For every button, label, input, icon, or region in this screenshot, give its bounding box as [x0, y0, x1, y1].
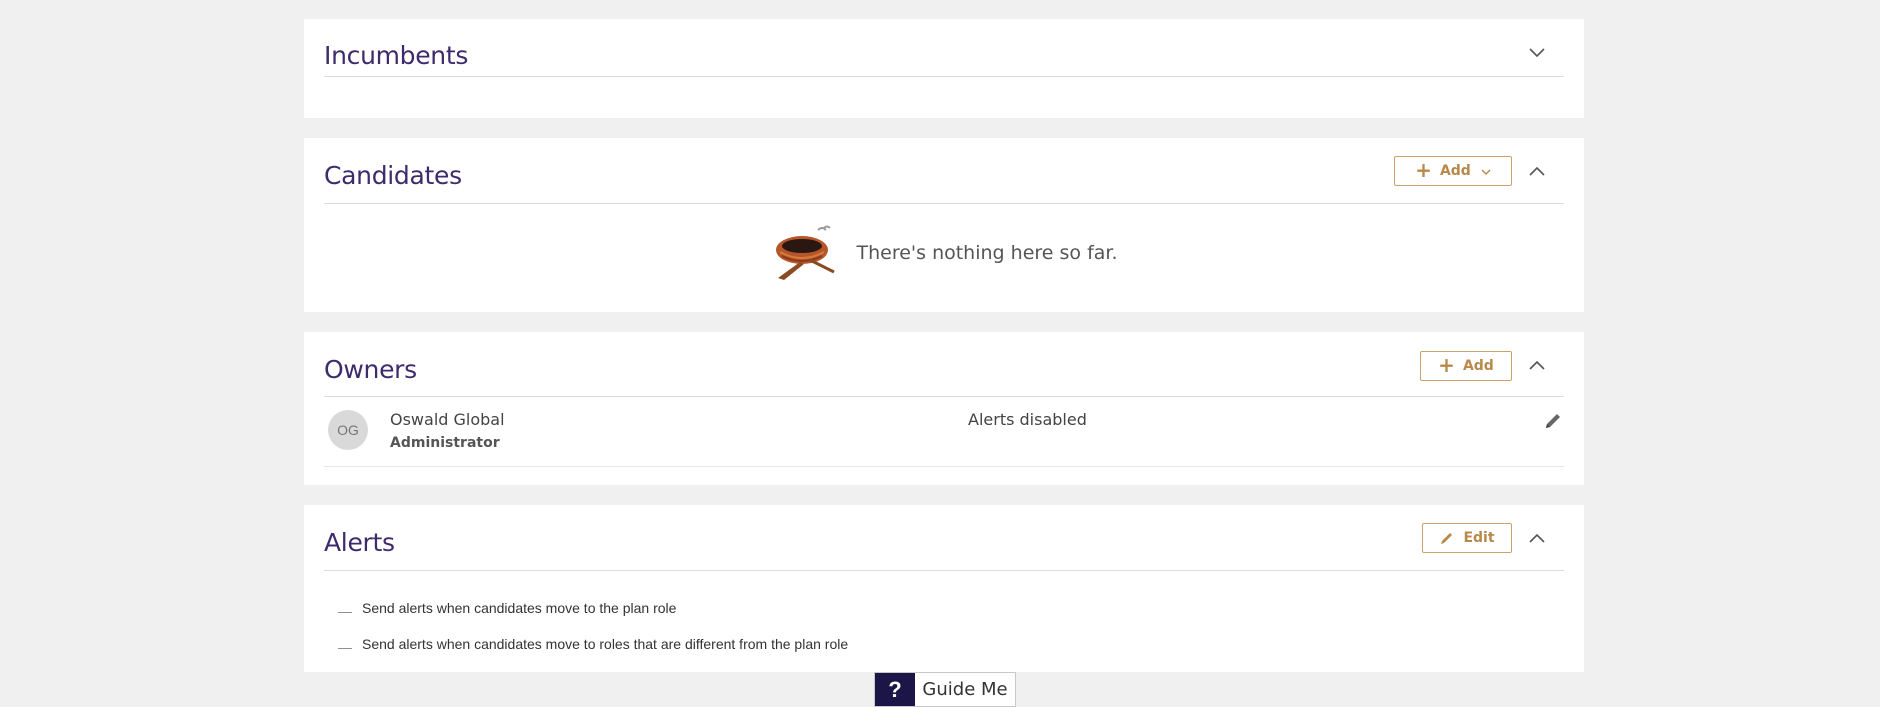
- add-owner-button[interactable]: + Add: [1420, 351, 1512, 381]
- alert-setting-item: — Send alerts when candidates move to th…: [338, 597, 676, 619]
- candidates-header: Candidates + Add: [324, 138, 1564, 204]
- candidates-panel: Candidates + Add There's nothing here so…: [304, 138, 1584, 312]
- owner-role: Administrator: [390, 435, 500, 451]
- alert-setting-text: Send alerts when candidates move to role…: [362, 636, 849, 652]
- alert-bullet: —: [338, 639, 352, 655]
- alerts-header: Alerts Edit: [324, 505, 1564, 571]
- add-candidate-button[interactable]: + Add: [1394, 156, 1512, 186]
- add-candidate-label: Add: [1439, 163, 1471, 179]
- alerts-panel: Alerts Edit — Send alerts when candidate…: [304, 505, 1584, 672]
- guide-me-label: Guide Me: [922, 679, 1008, 700]
- alert-setting-item: — Send alerts when candidates move to ro…: [338, 633, 848, 655]
- guide-me-button[interactable]: ? Guide Me: [874, 672, 1016, 707]
- collapse-candidates-chevron-up-icon[interactable]: [1524, 158, 1550, 184]
- edit-alerts-button[interactable]: Edit: [1422, 523, 1512, 553]
- empty-state-text: There's nothing here so far.: [856, 242, 1118, 264]
- add-owner-label: Add: [1462, 358, 1494, 374]
- edit-alerts-label: Edit: [1463, 530, 1495, 546]
- collapse-alerts-chevron-up-icon[interactable]: [1524, 525, 1550, 551]
- plus-icon: +: [1415, 158, 1432, 182]
- expand-incumbents-chevron-down-icon[interactable]: [1524, 40, 1550, 66]
- edit-pencil-icon[interactable]: [1542, 410, 1564, 432]
- incumbents-title: Incumbents: [324, 41, 469, 70]
- owners-header: Owners + Add: [324, 332, 1564, 397]
- pencil-icon: [1441, 533, 1453, 544]
- owner-list-item: OG Oswald Global Administrator Alerts di…: [324, 396, 1564, 467]
- incumbents-header: Incumbents: [324, 19, 1564, 77]
- owner-alert-status: Alerts disabled: [968, 410, 1087, 429]
- candidates-title: Candidates: [324, 161, 462, 190]
- help-question-icon: ?: [875, 673, 915, 706]
- alert-bullet: —: [338, 603, 352, 619]
- avatar: OG: [328, 410, 368, 450]
- collapse-owners-chevron-up-icon[interactable]: [1524, 352, 1550, 378]
- plus-icon: +: [1438, 353, 1455, 377]
- owners-title: Owners: [324, 355, 417, 384]
- empty-state: There's nothing here so far.: [304, 222, 1584, 284]
- alerts-title: Alerts: [324, 528, 395, 557]
- incumbents-panel: Incumbents: [304, 19, 1584, 118]
- chevron-down-icon: [1481, 169, 1491, 175]
- owner-name: Oswald Global: [390, 410, 505, 429]
- empty-nest-icon: [776, 225, 836, 280]
- alert-setting-text: Send alerts when candidates move to the …: [362, 600, 677, 616]
- owners-panel: Owners + Add OG Oswald Global Administra…: [304, 332, 1584, 485]
